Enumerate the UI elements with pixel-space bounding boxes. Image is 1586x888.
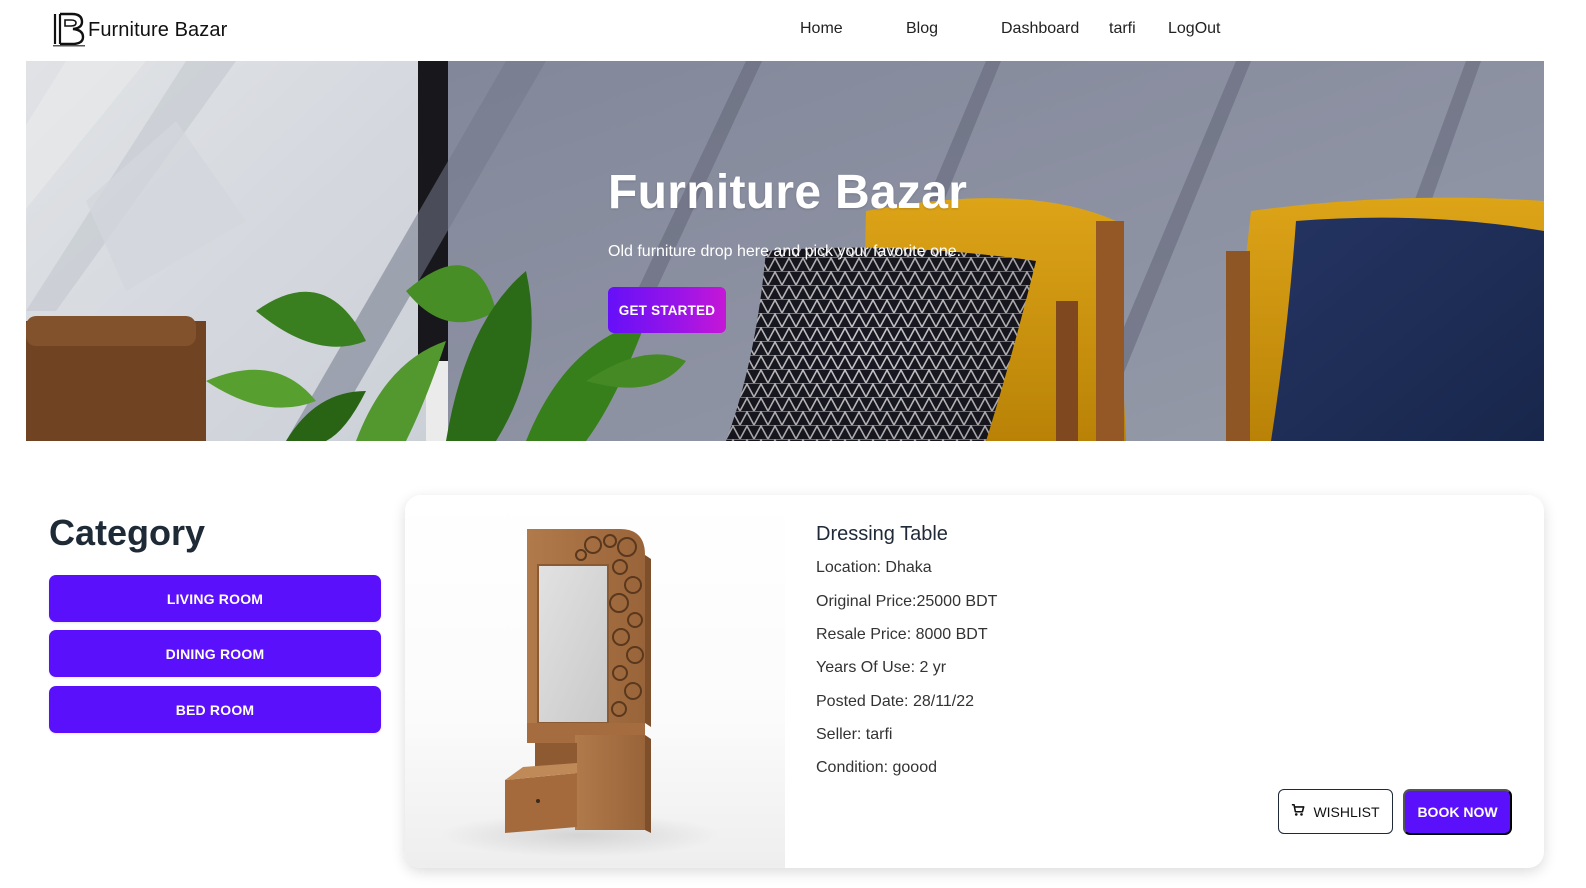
product-resale-price: Resale Price: 8000 BDT	[816, 626, 988, 643]
nav-user[interactable]: tarfi	[1109, 20, 1136, 38]
hero-title: Furniture Bazar	[608, 166, 968, 219]
product-location: Location: Dhaka	[816, 559, 932, 576]
product-seller: Seller: tarfi	[816, 726, 893, 743]
nav-logout[interactable]: LogOut	[1168, 20, 1220, 38]
fb-logo-icon	[52, 12, 86, 48]
brand-name: Furniture Bazar	[88, 18, 228, 41]
nav-home[interactable]: Home	[800, 20, 843, 38]
wishlist-label: WISHLIST	[1313, 803, 1380, 820]
cart-icon	[1291, 803, 1305, 820]
product-years-of-use: Years Of Use: 2 yr	[816, 659, 947, 676]
product-condition: Condition: goood	[816, 759, 937, 776]
category-bed-room-button[interactable]: BED ROOM	[49, 686, 381, 733]
get-started-button[interactable]: GET STARTED	[608, 287, 726, 333]
category-dining-room-button[interactable]: DINING ROOM	[49, 630, 381, 677]
navbar: Furniture Bazar Home Blog Dashboard tarf…	[0, 0, 1586, 61]
nav-dashboard[interactable]: Dashboard	[1001, 20, 1079, 38]
category-living-room-button[interactable]: LIVING ROOM	[49, 575, 381, 622]
hero-banner: Furniture Bazar Old furniture drop here …	[26, 61, 1544, 441]
book-now-button[interactable]: BOOK NOW	[1403, 789, 1512, 835]
product-name: Dressing Table	[816, 523, 948, 545]
category-title: Category	[49, 512, 206, 553]
hero-subtitle: Old furniture drop here and pick your fa…	[608, 243, 962, 260]
nav-blog[interactable]: Blog	[906, 20, 938, 38]
wishlist-button[interactable]: WISHLIST	[1278, 789, 1393, 834]
product-posted-date: Posted Date: 28/11/22	[816, 693, 975, 710]
product-original-price: Original Price:25000 BDT	[816, 593, 998, 610]
product-image	[405, 495, 785, 868]
brand[interactable]: Furniture Bazar	[52, 11, 227, 49]
product-card: Dressing Table Location: Dhaka Original …	[405, 495, 1544, 868]
